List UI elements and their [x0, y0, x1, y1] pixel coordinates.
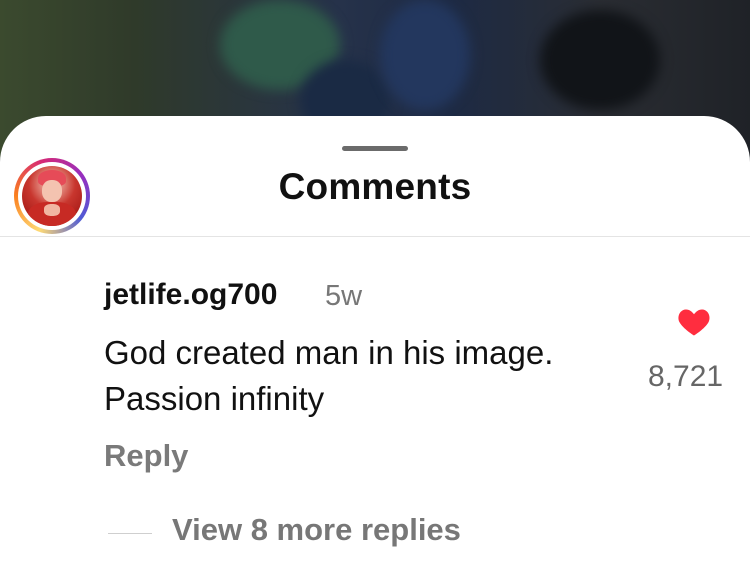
avatar-face [42, 180, 62, 202]
profile-avatar[interactable] [14, 158, 90, 234]
grabber-icon[interactable] [342, 146, 408, 151]
view-replies-button[interactable]: View 8 more replies [172, 512, 461, 548]
avatar-image [22, 166, 82, 226]
reply-button[interactable]: Reply [104, 438, 188, 474]
comment-text-line-2: Passion infinity [104, 380, 325, 417]
heart-shape [678, 309, 710, 336]
like-count: 8,721 [648, 360, 724, 393]
avatar-border [18, 162, 86, 230]
header-divider [0, 236, 750, 237]
heart-icon[interactable] [676, 305, 712, 337]
sheet-title: Comments [278, 166, 472, 207]
comment-text: God created man in his image. Passion in… [104, 330, 644, 422]
comment-text-line-1: God created man in his image. [104, 334, 554, 371]
avatar-hands [44, 204, 60, 216]
comment-username[interactable]: jetlife.og700 [104, 278, 277, 312]
video-figure-4 [380, 0, 470, 110]
replies-line [108, 533, 152, 534]
video-figure-3 [540, 10, 660, 110]
comment-time: 5w [325, 280, 363, 312]
